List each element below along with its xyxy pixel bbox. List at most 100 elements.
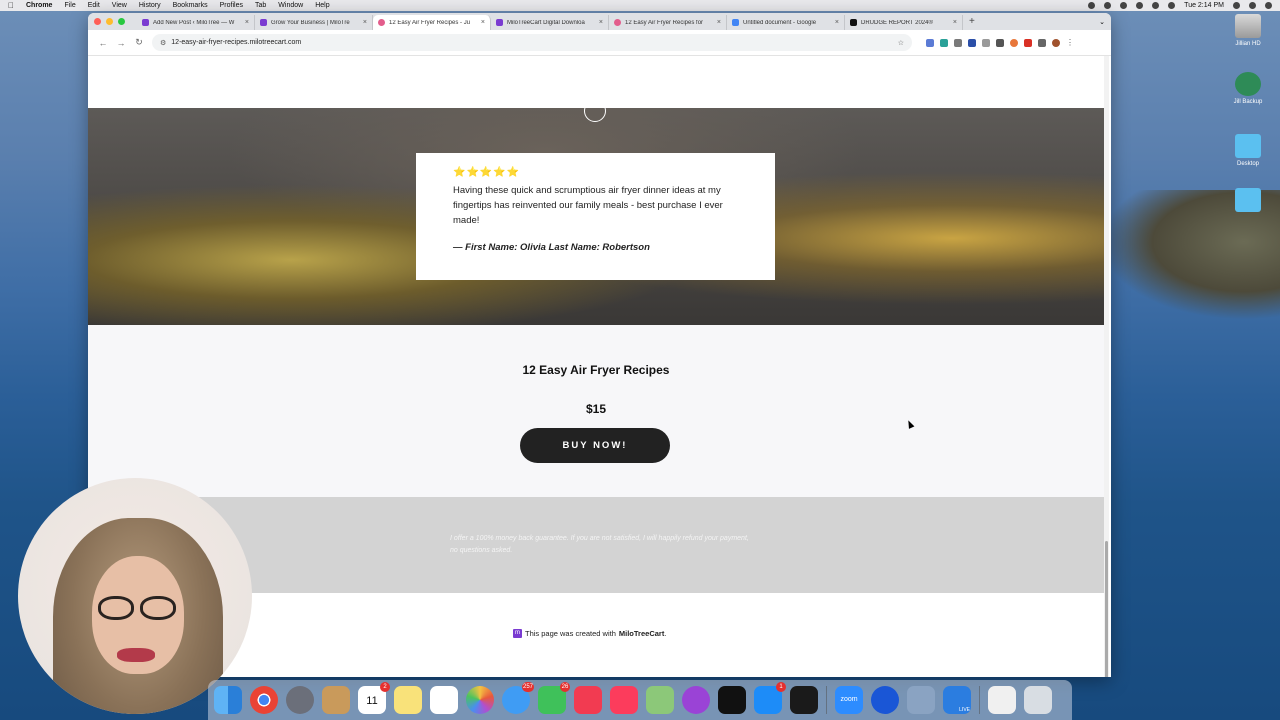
user-avatar-icon[interactable] <box>1249 2 1256 9</box>
close-tab-icon[interactable]: × <box>953 19 957 26</box>
photos-icon[interactable] <box>466 686 494 714</box>
contacts-icon[interactable] <box>322 686 350 714</box>
browser-tab[interactable]: 12 Easy Air Fryer Recipes for × <box>609 15 727 30</box>
news-icon[interactable] <box>574 686 602 714</box>
preview-icon[interactable] <box>907 686 935 714</box>
chrome-icon[interactable] <box>250 686 278 714</box>
menu-profiles[interactable]: Profiles <box>220 2 243 9</box>
music-icon[interactable] <box>610 686 638 714</box>
tab-search-chevron-icon[interactable]: ⌄ <box>1099 18 1105 26</box>
browser-tab-active[interactable]: 12 Easy Air Fryer Recipes - Ju × <box>373 15 491 30</box>
search-icon[interactable] <box>1233 2 1240 9</box>
calendar-icon[interactable]: 11 2 <box>358 682 390 714</box>
close-tab-icon[interactable]: × <box>245 19 249 26</box>
footer-brand-link[interactable]: MiloTreeCart <box>619 629 664 638</box>
browser-tab[interactable]: Untitled document - Google × <box>727 15 845 30</box>
extensions-puzzle-icon[interactable] <box>1038 38 1046 47</box>
status-icon[interactable] <box>1104 2 1112 9</box>
tab-title: 12 Easy Air Fryer Recipes - Ju <box>389 19 471 26</box>
control-center-icon[interactable] <box>1265 2 1272 9</box>
live-stream-icon[interactable]: LIVE <box>943 686 971 714</box>
scrollbar-thumb[interactable] <box>1105 541 1108 677</box>
zoom-icon[interactable]: zoom <box>835 686 863 714</box>
extension-icon[interactable] <box>1024 38 1032 47</box>
minimize-window-icon[interactable] <box>106 18 113 25</box>
app-store-badge: 1 <box>776 682 786 692</box>
battery-icon[interactable] <box>1136 2 1144 9</box>
browser-tab[interactable]: Grow Your Business | MiloTre × <box>255 15 373 30</box>
apple-tv-icon[interactable] <box>718 686 746 714</box>
desktop-icon-time-machine[interactable]: Jill Backup <box>1228 72 1268 105</box>
volume-icon[interactable] <box>1168 2 1176 9</box>
address-bar[interactable]: ⚙ 12-easy-air-fryer-recipes.milotreecart… <box>152 34 912 51</box>
menu-history[interactable]: History <box>139 2 161 9</box>
reload-icon[interactable]: ↻ <box>130 37 148 48</box>
extension-icon[interactable] <box>954 38 962 47</box>
site-info-icon[interactable]: ⚙ <box>160 39 166 47</box>
dock-separator <box>826 686 827 714</box>
downloads-stack-icon[interactable] <box>988 686 1016 714</box>
tab-title: Add New Post ‹ MiloTree — W <box>153 19 235 26</box>
calendar-day: 11 <box>366 695 378 707</box>
notes-icon[interactable] <box>394 686 422 714</box>
desktop-icon-desktop-folder[interactable]: Desktop <box>1228 134 1268 167</box>
activity-monitor-icon[interactable] <box>790 686 818 714</box>
extension-icon[interactable] <box>982 38 990 47</box>
tab-title: DRUDGE REPORT 2024® <box>861 19 933 26</box>
podcasts-icon[interactable] <box>682 686 710 714</box>
desktop-icon-hard-drive[interactable]: Jillian HD <box>1228 14 1268 47</box>
wifi-icon[interactable] <box>1152 2 1160 9</box>
buy-now-button[interactable]: BUY NOW! <box>520 428 670 463</box>
maps-icon[interactable] <box>646 686 674 714</box>
status-icon[interactable] <box>1120 2 1128 9</box>
google-docs-favicon-icon <box>732 19 739 26</box>
desktop-icon-folder[interactable] <box>1228 188 1268 215</box>
close-tab-icon[interactable]: × <box>717 19 721 26</box>
launchpad-rocket-icon[interactable] <box>286 686 314 714</box>
bookmark-star-icon[interactable]: ☆ <box>898 39 904 47</box>
status-icon[interactable] <box>1088 2 1096 9</box>
close-tab-icon[interactable]: × <box>363 19 367 26</box>
extension-icon[interactable] <box>968 38 976 47</box>
browser-tab[interactable]: MiloTreeCart Digital Downloa × <box>491 15 609 30</box>
close-tab-icon[interactable]: × <box>481 19 485 26</box>
app-store-icon[interactable]: 1 <box>754 682 786 714</box>
menu-tab[interactable]: Tab <box>255 2 266 9</box>
extension-icon[interactable] <box>996 38 1004 47</box>
1password-icon[interactable] <box>871 686 899 714</box>
menu-app-name[interactable]: Chrome <box>26 2 52 9</box>
profile-avatar-icon[interactable] <box>1052 38 1060 47</box>
messages-icon[interactable]: 257 <box>502 682 534 714</box>
extension-icon[interactable] <box>926 38 934 47</box>
maximize-window-icon[interactable] <box>118 18 125 25</box>
back-arrow-icon[interactable]: ← <box>94 38 112 48</box>
facetime-icon[interactable]: 26 <box>538 682 570 714</box>
apple-menu-icon[interactable]:  <box>8 1 14 10</box>
milotreecart-favicon-icon <box>614 19 621 26</box>
browser-tab[interactable]: Add New Post ‹ MiloTree — W × <box>137 15 255 30</box>
menu-bookmarks[interactable]: Bookmarks <box>173 2 208 9</box>
new-tab-icon[interactable]: + <box>969 16 975 27</box>
reminders-icon[interactable] <box>430 686 458 714</box>
close-tab-icon[interactable]: × <box>599 19 603 26</box>
menu-help[interactable]: Help <box>315 2 329 9</box>
menu-window[interactable]: Window <box>278 2 303 9</box>
browser-tab[interactable]: DRUDGE REPORT 2024® × <box>845 15 963 30</box>
drudge-favicon-icon <box>850 19 857 26</box>
menu-view[interactable]: View <box>112 2 127 9</box>
close-tab-icon[interactable]: × <box>835 19 839 26</box>
menu-edit[interactable]: Edit <box>88 2 100 9</box>
more-menu-icon[interactable]: ⋮ <box>1066 38 1074 47</box>
extension-icon[interactable] <box>1010 38 1018 47</box>
extension-icon[interactable] <box>940 38 948 47</box>
tab-strip: Add New Post ‹ MiloTree — W × Grow Your B… <box>88 13 1111 30</box>
menubar-clock[interactable]: Tue 2:14 PM <box>1184 2 1224 9</box>
finder-icon[interactable] <box>214 686 242 714</box>
menu-file[interactable]: File <box>64 2 75 9</box>
extensions-area: ⋮ <box>926 38 1074 47</box>
forward-arrow-icon[interactable]: → <box>112 38 130 48</box>
close-window-icon[interactable] <box>94 18 101 25</box>
trash-icon[interactable] <box>1024 686 1052 714</box>
window-controls <box>94 18 125 25</box>
testimonial-card: ⭐⭐⭐⭐⭐ Having these quick and scrumptious… <box>416 153 775 280</box>
